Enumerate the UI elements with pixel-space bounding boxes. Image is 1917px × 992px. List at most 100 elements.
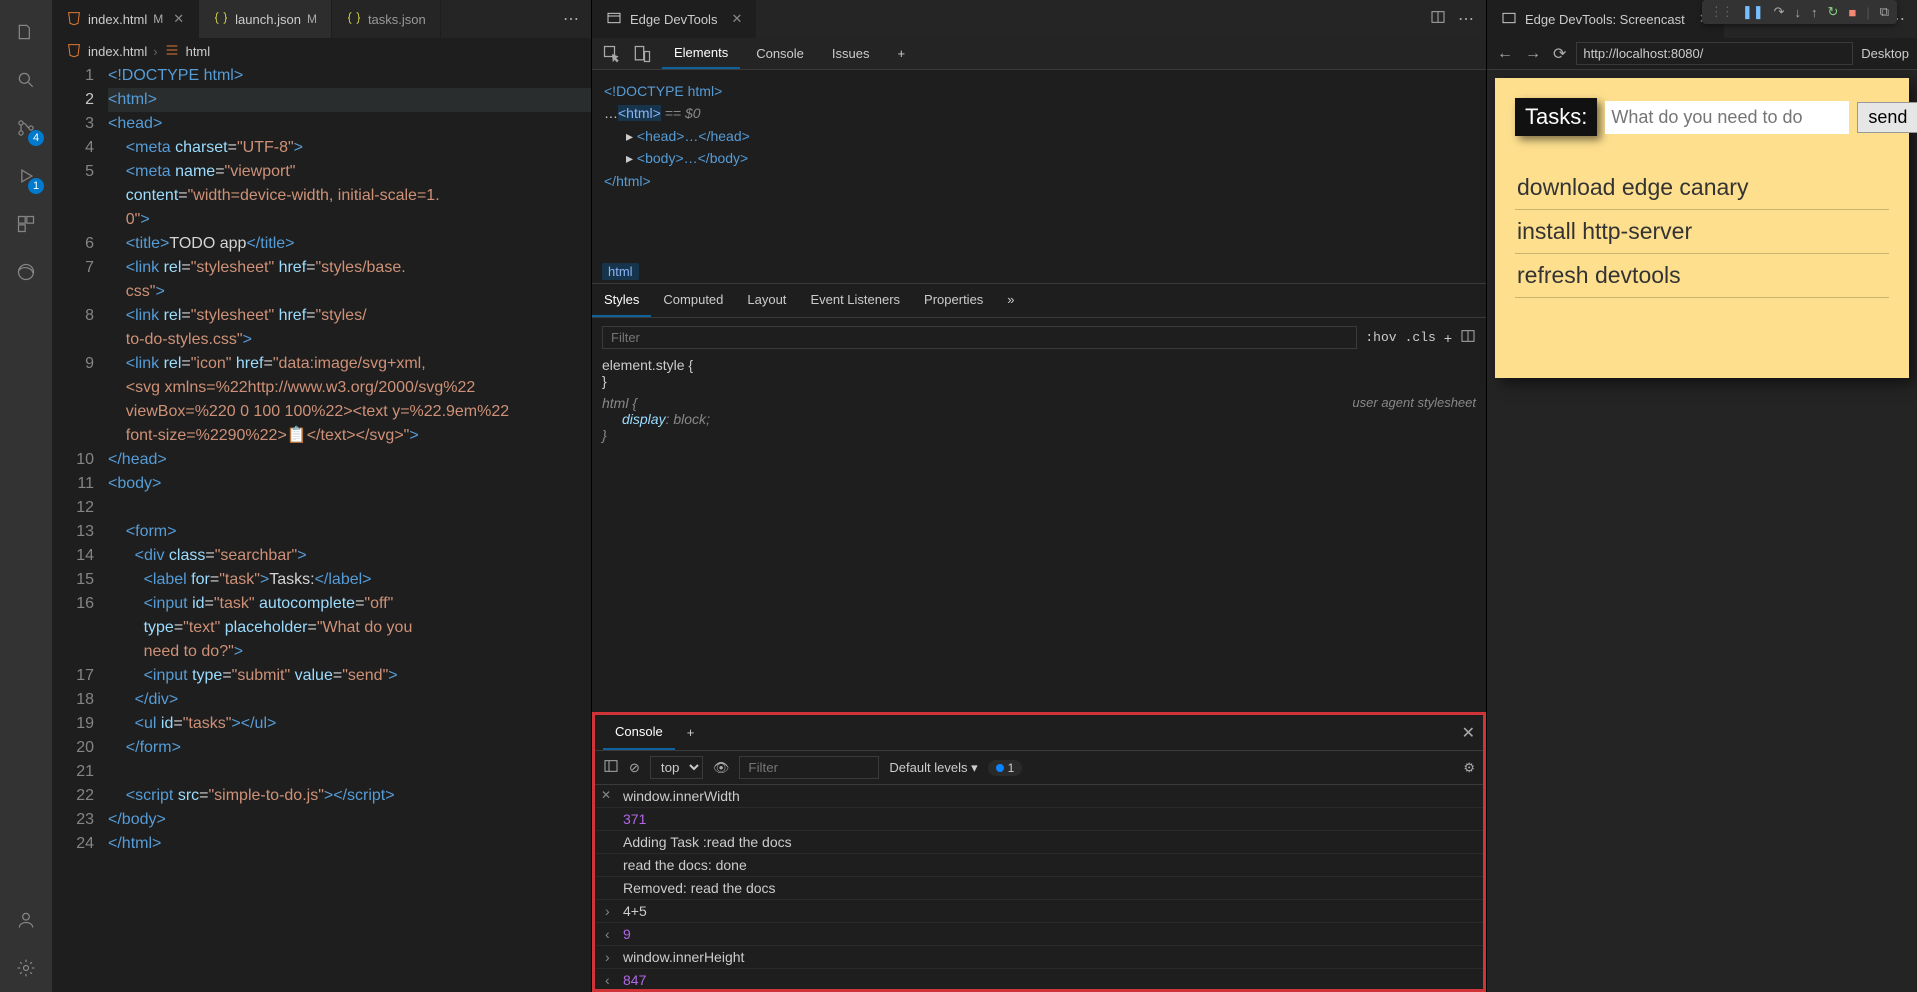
reload-icon[interactable]: ⟳ [1551, 42, 1568, 66]
more-icon[interactable]: ⋯ [1458, 9, 1474, 29]
chevron-right-icon: › [153, 44, 157, 59]
hov-toggle[interactable]: :hov [1365, 330, 1396, 345]
list-item[interactable]: download edge canary [1515, 166, 1889, 210]
todo-app: Tasks: send download edge canaryinstall … [1495, 78, 1909, 378]
tab-styles[interactable]: Styles [592, 284, 651, 317]
screencast-viewport[interactable]: Tasks: send download edge canaryinstall … [1487, 70, 1917, 992]
close-icon[interactable]: ✕ [173, 11, 184, 27]
close-icon[interactable]: ✕ [731, 11, 742, 27]
extensions-icon[interactable] [2, 200, 50, 248]
json-icon [213, 10, 229, 29]
dom-breadcrumb[interactable]: html [592, 260, 1486, 283]
url-input[interactable] [1576, 42, 1853, 65]
inspect-icon[interactable] [602, 44, 622, 64]
send-button[interactable]: send [1857, 102, 1917, 133]
more-tabs-icon[interactable]: » [995, 284, 1026, 317]
console-tab[interactable]: Console [603, 715, 675, 750]
debug-icon[interactable]: 1 [2, 152, 50, 200]
tab-layout[interactable]: Layout [735, 284, 798, 317]
tab-label: tasks.json [368, 12, 426, 27]
explorer-icon[interactable] [2, 8, 50, 56]
scm-icon[interactable]: 4 [2, 104, 50, 152]
tab-computed[interactable]: Computed [651, 284, 735, 317]
device-mode[interactable]: Desktop [1861, 46, 1909, 61]
json-icon [346, 10, 362, 29]
tab-properties[interactable]: Properties [912, 284, 995, 317]
sidebar-toggle-icon[interactable] [603, 758, 619, 777]
settings-icon[interactable] [2, 944, 50, 992]
search-icon[interactable] [2, 56, 50, 104]
step-out-icon[interactable]: ↑ [1811, 5, 1818, 20]
styles-panel: :hov .cls + element.style { } user agent… [592, 318, 1486, 451]
list-item[interactable]: install http-server [1515, 210, 1889, 254]
tab-issues[interactable]: Issues [820, 38, 882, 69]
styles-filter-input[interactable] [602, 326, 1357, 349]
clear-console-icon[interactable]: ⊘ [629, 760, 640, 776]
forward-icon[interactable]: → [1523, 43, 1543, 65]
code-editor[interactable]: 123456789101112131415161718192021222324 … [52, 64, 591, 992]
breadcrumb-file: index.html [88, 44, 147, 59]
stop-icon[interactable]: ■ [1848, 5, 1856, 20]
list-item[interactable]: refresh devtools [1515, 254, 1889, 298]
close-drawer-icon[interactable]: ✕ [1462, 723, 1475, 743]
more-icon[interactable]: ⋯ [563, 9, 579, 29]
task-input[interactable] [1605, 101, 1849, 134]
add-console-tab-icon[interactable]: + [675, 715, 707, 750]
editor-tabs: index.html M ✕ launch.json M tasks.json … [52, 0, 591, 38]
breadcrumb-symbol: html [186, 44, 211, 59]
tab-console[interactable]: Console [744, 38, 816, 69]
screencast-toggle-icon[interactable]: ⧉ [1880, 4, 1889, 20]
tab-event-listeners[interactable]: Event Listeners [798, 284, 912, 317]
dom-tree[interactable]: <!DOCTYPE html> …<html> == $0 ▸ <head>…<… [592, 70, 1486, 260]
todo-list: download edge canaryinstall http-serverr… [1515, 166, 1889, 298]
split-icon[interactable] [1430, 9, 1446, 30]
activity-bar: 4 1 [0, 0, 52, 992]
file-icon [66, 42, 82, 61]
tab-index-html[interactable]: index.html M ✕ [52, 0, 199, 38]
screencast-panel-title: Edge DevTools: Screencast ✕ [1487, 0, 1724, 38]
device-icon[interactable] [632, 44, 652, 64]
screencast-toolbar: ← → ⟳ Desktop [1487, 38, 1917, 70]
devtools-toolbar: Elements Console Issues + [592, 38, 1486, 70]
file-icon [66, 10, 82, 29]
line-gutter: 123456789101112131415161718192021222324 [52, 64, 108, 992]
pause-icon[interactable]: ❚❚ [1742, 4, 1764, 20]
preview-icon [1501, 10, 1517, 29]
tab-launch-json[interactable]: launch.json M [199, 0, 332, 38]
console-settings-icon[interactable]: ⚙ [1463, 760, 1475, 776]
symbol-icon [164, 42, 180, 61]
back-icon[interactable]: ← [1495, 43, 1515, 65]
scm-badge: 4 [28, 130, 44, 146]
tab-label: index.html [88, 12, 147, 27]
step-over-icon[interactable]: ↷ [1774, 4, 1785, 20]
tab-elements[interactable]: Elements [662, 38, 740, 69]
console-output[interactable]: ✕window.innerWidth371Adding Task :read t… [595, 785, 1483, 989]
console-drawer: Console + ✕ ⊘ top 👁 Default levels ▾ 1 ⚙ [592, 712, 1486, 992]
grip-icon[interactable]: ⋮⋮ [1710, 4, 1732, 20]
tab-tasks-json[interactable]: tasks.json [332, 0, 441, 38]
edge-icon[interactable] [2, 248, 50, 296]
tab-modified: M [307, 12, 317, 26]
computed-toggle-icon[interactable] [1460, 328, 1476, 347]
context-select[interactable]: top [650, 756, 703, 779]
add-tab-icon[interactable]: + [885, 38, 917, 69]
issues-pill[interactable]: 1 [988, 760, 1023, 776]
tasks-label: Tasks: [1515, 98, 1597, 136]
log-levels[interactable]: Default levels ▾ [889, 760, 977, 776]
debug-badge: 1 [28, 178, 44, 194]
step-into-icon[interactable]: ↓ [1795, 5, 1802, 20]
cls-toggle[interactable]: .cls [1405, 330, 1436, 345]
breadcrumb[interactable]: index.html › html ⋮⋮ ❚❚ ↷ ↓ ↑ ↻ ■ | ⧉ [52, 38, 591, 64]
preview-icon [606, 10, 622, 29]
devtools-panel-title: Edge DevTools ✕ [592, 0, 756, 38]
live-expression-icon[interactable]: 👁 [713, 760, 730, 776]
debug-toolbar: ⋮⋮ ❚❚ ↷ ↓ ↑ ↻ ■ | ⧉ [1702, 0, 1897, 24]
restart-icon[interactable]: ↻ [1828, 4, 1839, 20]
styles-tabs: Styles Computed Layout Event Listeners P… [592, 283, 1486, 318]
tab-label: launch.json [235, 12, 301, 27]
account-icon[interactable] [2, 896, 50, 944]
console-filter-input[interactable] [739, 756, 879, 779]
tab-modified: M [153, 12, 163, 26]
add-rule-icon[interactable]: + [1444, 330, 1452, 346]
code-content[interactable]: <!DOCTYPE html><html><head> <meta charse… [108, 64, 591, 992]
